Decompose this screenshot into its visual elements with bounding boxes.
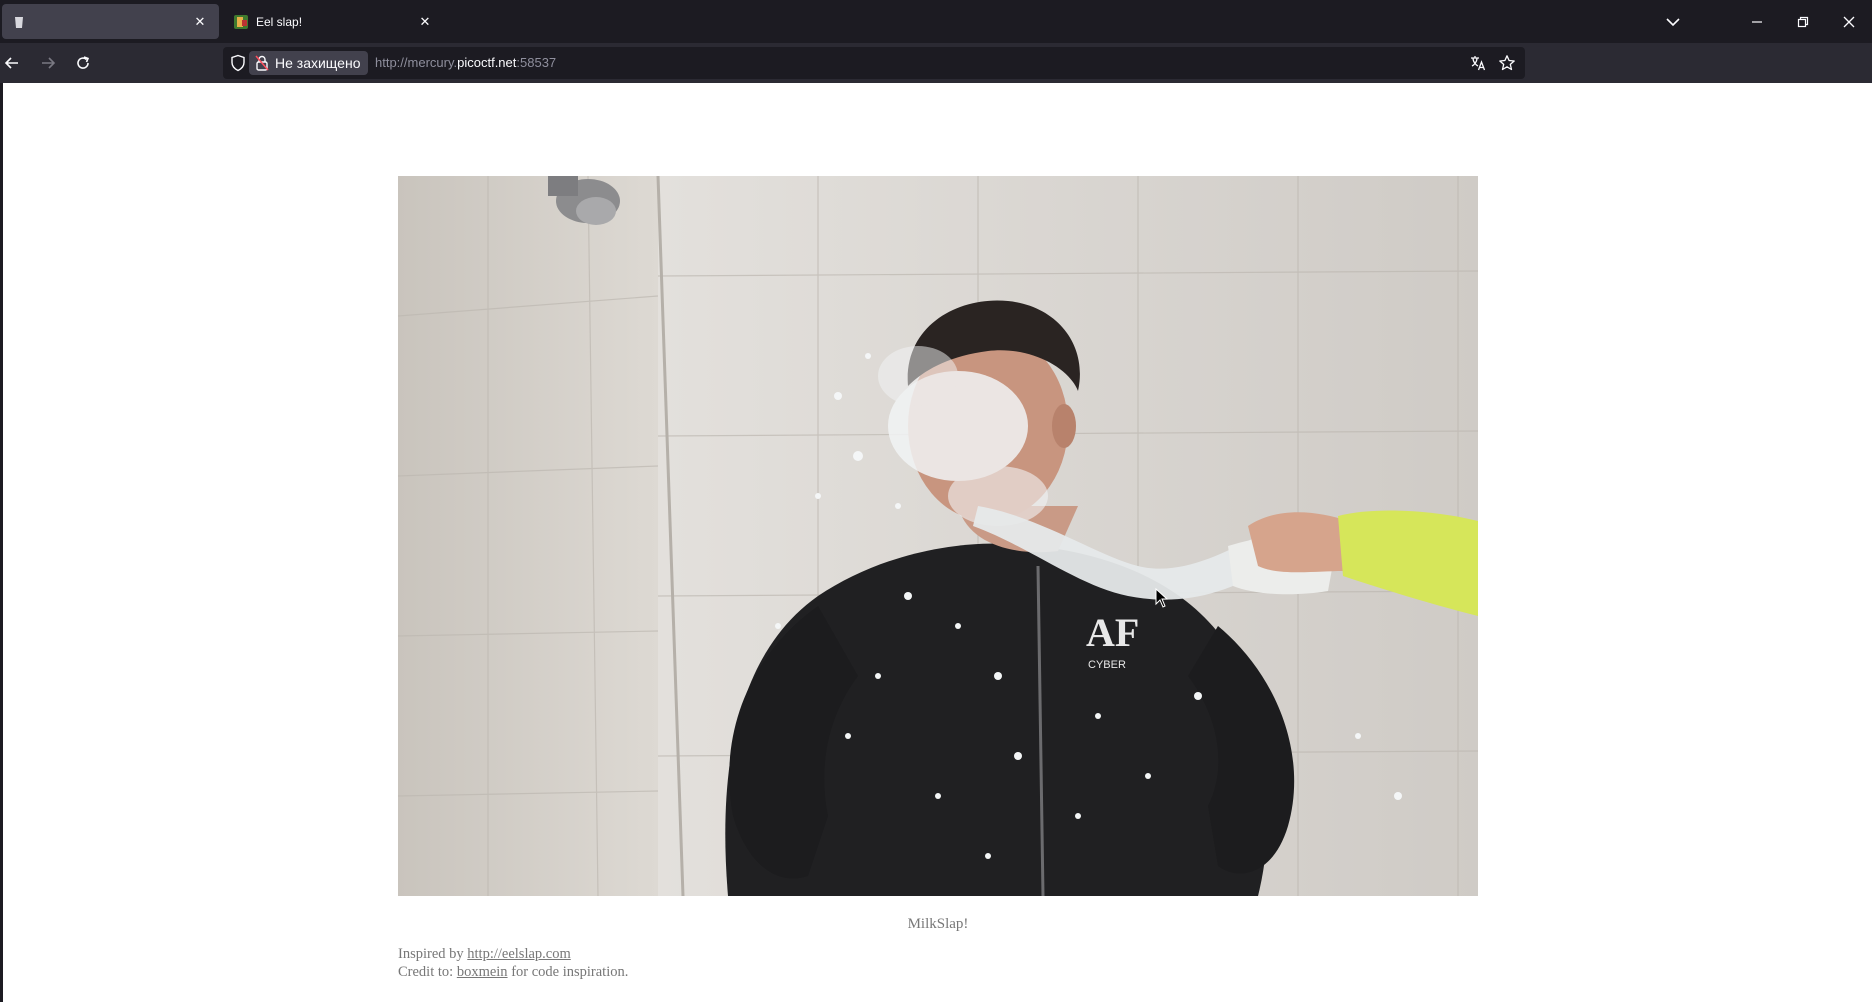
url-prefix: http://mercury. bbox=[375, 55, 458, 70]
url-bar[interactable]: Не захищено http://mercury.picoctf.net:5… bbox=[223, 47, 1525, 79]
credit-suffix: for code inspiration. bbox=[507, 964, 629, 980]
tab-title: Eel slap! bbox=[256, 14, 303, 29]
back-arrow-icon[interactable] bbox=[0, 47, 28, 79]
site-favicon-icon bbox=[234, 14, 248, 29]
trash-icon bbox=[12, 15, 26, 29]
bookmark-star-icon[interactable] bbox=[1496, 52, 1518, 74]
close-icon[interactable] bbox=[1826, 0, 1872, 43]
url-host: picoctf.net bbox=[457, 55, 517, 70]
shield-icon[interactable] bbox=[229, 54, 247, 72]
credit-line: Credit to: boxmein for code inspiration. bbox=[398, 963, 628, 981]
tab-close-icon[interactable]: ✕ bbox=[416, 13, 434, 31]
forward-arrow-icon[interactable] bbox=[32, 47, 64, 79]
page-footer: Inspired by http://eelslap.com Credit to… bbox=[398, 945, 628, 981]
inspired-prefix: Inspired by bbox=[398, 946, 468, 962]
page-content: AF CYBER MilkSlap! Inspired by http://ee… bbox=[3, 83, 1872, 1002]
translate-icon[interactable] bbox=[1467, 52, 1489, 74]
mouse-cursor-icon bbox=[1155, 588, 1169, 608]
tab-eel-slap[interactable]: Eel slap! ✕ bbox=[224, 4, 444, 39]
boxmein-link[interactable]: boxmein bbox=[457, 964, 508, 980]
tab-list-icon[interactable] bbox=[1650, 0, 1696, 43]
inspired-line: Inspired by http://eelslap.com bbox=[398, 945, 628, 963]
browser-window: ✕ Eel slap! ✕ Не захищено http://mercury… bbox=[0, 0, 1872, 1002]
restore-icon[interactable] bbox=[1780, 0, 1826, 43]
tab-close-icon[interactable]: ✕ bbox=[191, 13, 209, 31]
video-caption: MilkSlap! bbox=[907, 916, 969, 932]
insecure-lock-icon bbox=[255, 55, 269, 71]
minimize-icon[interactable] bbox=[1734, 0, 1780, 43]
url-text[interactable]: http://mercury.picoctf.net:58537 bbox=[375, 47, 556, 79]
tab-strip: ✕ Eel slap! ✕ bbox=[0, 0, 1872, 43]
nav-toolbar: Не захищено http://mercury.picoctf.net:5… bbox=[0, 43, 1872, 83]
svg-text:CYBER: CYBER bbox=[1088, 659, 1126, 671]
security-indicator[interactable]: Не захищено bbox=[249, 51, 369, 75]
video-frame: AF CYBER bbox=[398, 176, 1478, 896]
security-label: Не захищено bbox=[275, 55, 361, 71]
svg-text:AF: AF bbox=[1086, 610, 1139, 655]
eelslap-link[interactable]: http://eelslap.com bbox=[467, 946, 571, 962]
milkslap-video[interactable]: AF CYBER bbox=[398, 176, 1478, 896]
reload-icon[interactable] bbox=[67, 47, 99, 79]
credit-prefix: Credit to: bbox=[398, 964, 457, 980]
tab-active[interactable]: ✕ bbox=[2, 4, 219, 39]
url-suffix: :58537 bbox=[516, 55, 557, 70]
